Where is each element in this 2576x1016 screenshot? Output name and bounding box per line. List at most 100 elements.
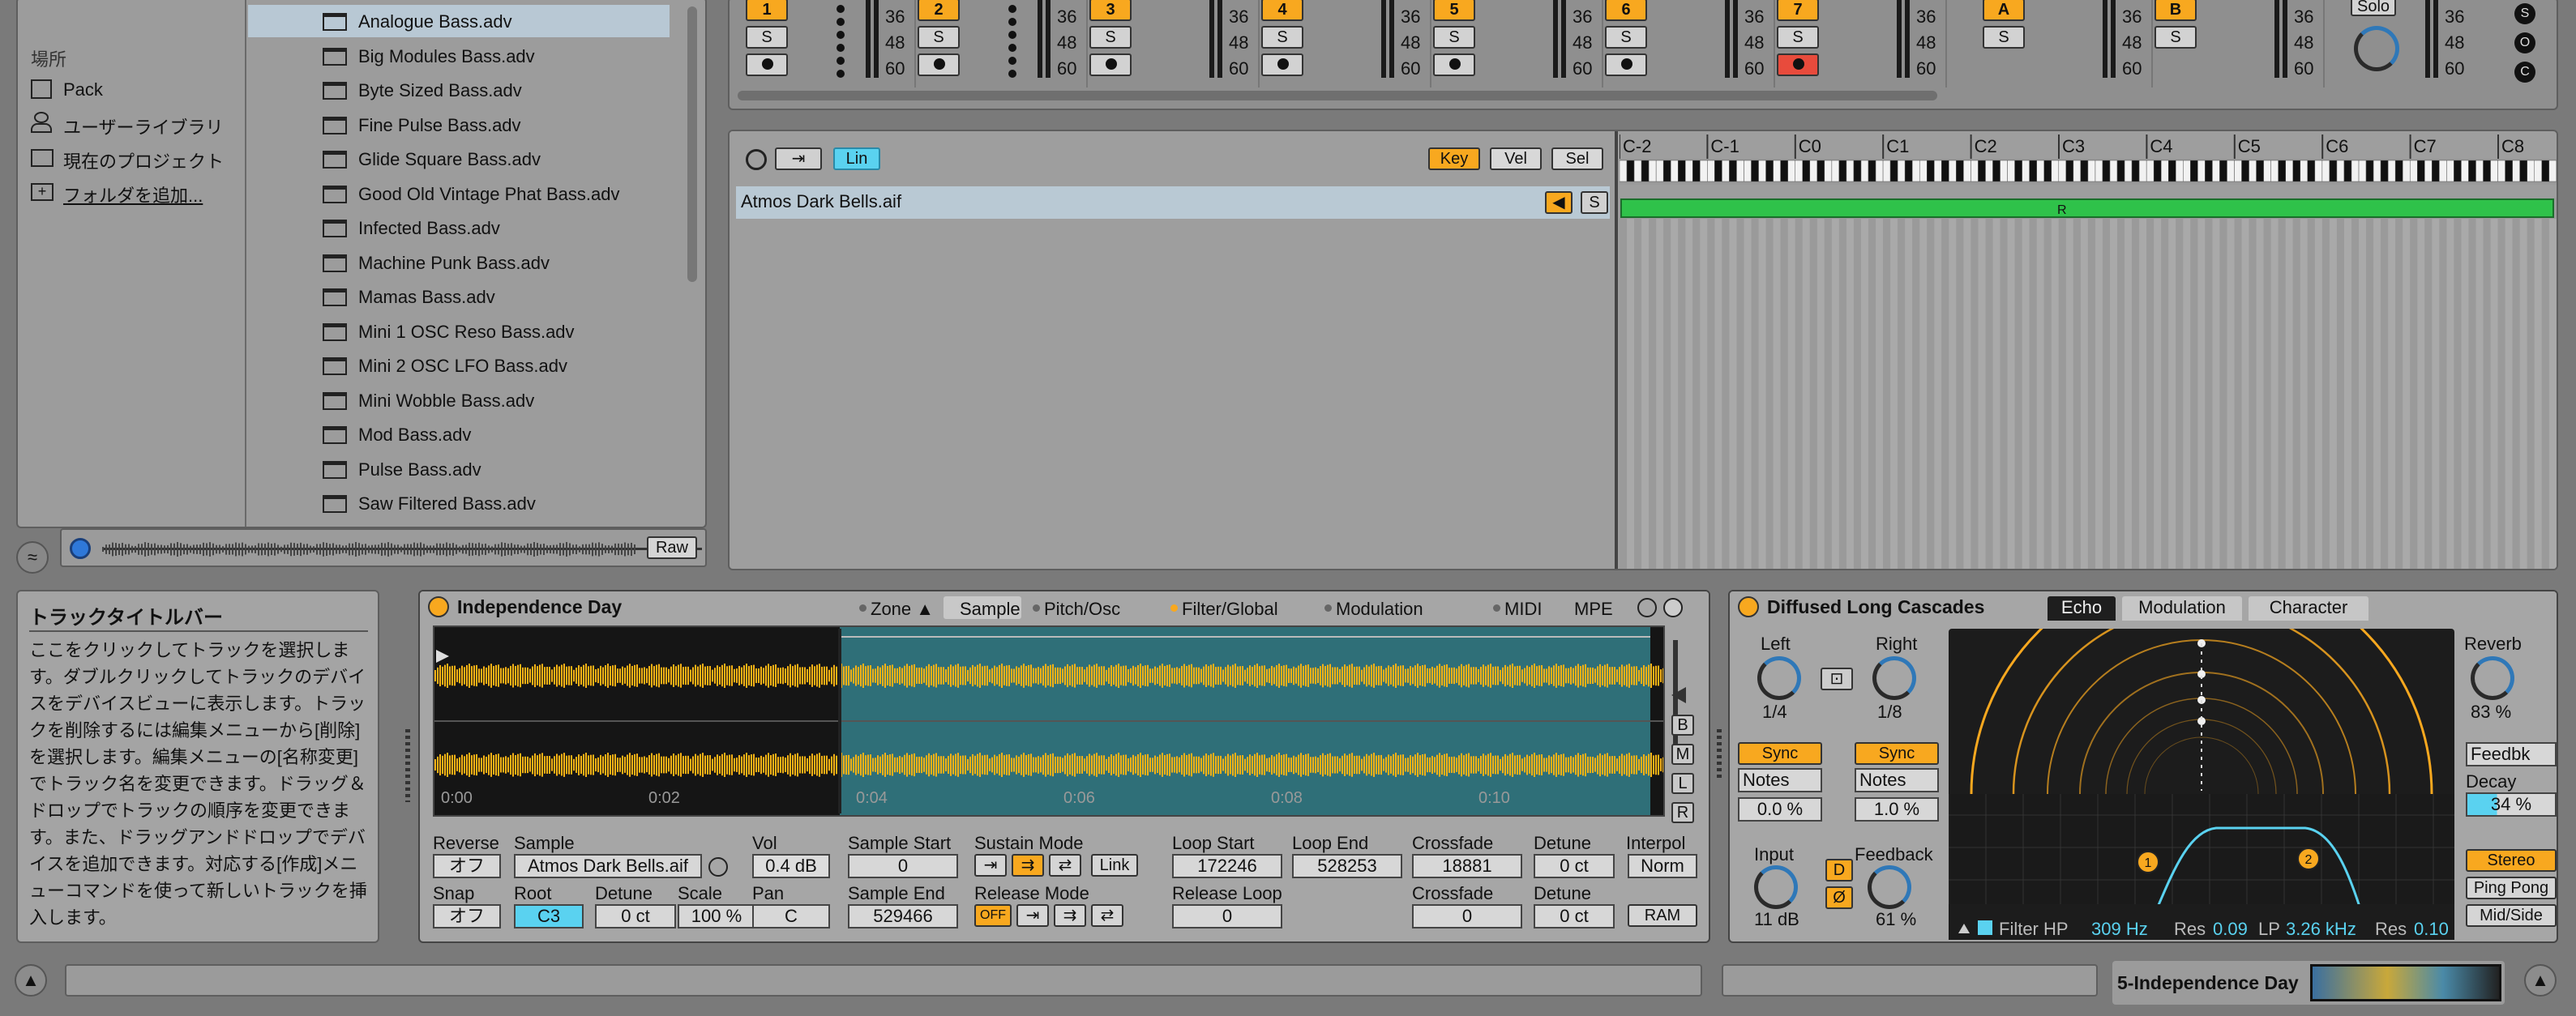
browser-scrollbar[interactable] (687, 6, 697, 282)
track-activator-button[interactable]: 7 (1777, 0, 1819, 21)
link-icon[interactable]: ⊡ (1821, 668, 1853, 690)
sampler-power-icon[interactable] (428, 596, 449, 617)
left-notes-select[interactable]: Notes (1738, 768, 1822, 792)
release-pingpong-button[interactable]: ⇄ (1091, 904, 1123, 927)
release-off-button[interactable]: OFF (974, 904, 1012, 927)
file-item[interactable]: Big Modules Bass.adv (248, 40, 670, 72)
feedbk-select[interactable]: Feedbk (2466, 742, 2557, 766)
channel-button[interactable]: L (1671, 773, 1694, 794)
zone-divider[interactable] (1615, 131, 1618, 569)
file-item[interactable]: Mini 1 OSC Reso Bass.adv (248, 315, 670, 348)
echo-power-icon[interactable] (1738, 596, 1759, 617)
ping-pong-button[interactable]: Ping Pong (2466, 877, 2557, 899)
file-item[interactable]: Good Old Vintage Phat Bass.adv (248, 177, 670, 210)
track-solo-button[interactable]: S (1777, 26, 1819, 49)
track-solo-button[interactable]: S (1605, 26, 1647, 49)
save-preset-icon[interactable] (1663, 598, 1683, 617)
track-activator-button[interactable]: B (2155, 0, 2197, 21)
key-button[interactable]: Key (1428, 147, 1480, 170)
param-field[interactable]: 18881 (1412, 854, 1522, 878)
sampler-grip[interactable] (405, 729, 410, 802)
mode-button[interactable]: ⇥ (775, 147, 822, 170)
track-monitor-button[interactable] (1433, 53, 1475, 76)
sampler-tab[interactable]: MIDI (1488, 596, 1550, 619)
place-pack[interactable]: Pack (31, 78, 242, 102)
track-activator-button[interactable]: A (1983, 0, 2025, 21)
file-item[interactable]: Analogue Bass.adv (248, 5, 670, 37)
loop-start-marker[interactable] (838, 629, 841, 813)
preview-toggle-icon[interactable]: ≈ (16, 541, 49, 574)
sample-row-solo[interactable]: S (1581, 191, 1608, 214)
echo-tab[interactable]: Character (2249, 596, 2368, 621)
echo-title-bar[interactable]: Diffused Long Cascades Echo Modulation Cha… (1730, 591, 2557, 622)
track-monitor-button[interactable] (918, 53, 960, 76)
echo-grip[interactable] (1717, 729, 1722, 778)
track-monitor-button[interactable] (746, 53, 788, 76)
track-activator-button[interactable]: 5 (1433, 0, 1475, 21)
cue-knob[interactable] (2354, 26, 2399, 71)
speaker-icon[interactable]: ◀ (1545, 191, 1573, 214)
file-item[interactable]: Saw Filtered Bass.adv (248, 487, 670, 519)
lin-button[interactable]: Lin (833, 147, 880, 170)
param-field[interactable]: 529466 (848, 904, 958, 928)
file-item[interactable]: Mini 2 OSC LFO Bass.adv (248, 349, 670, 382)
sampler-tab[interactable]: Modulation (1320, 596, 1474, 619)
master-side-button[interactable]: S (2514, 3, 2535, 24)
release-forward-button[interactable]: ⇥ (1016, 904, 1049, 927)
input-knob[interactable] (1754, 865, 1798, 909)
sample-start-marker[interactable] (436, 650, 449, 663)
channel-button[interactable]: M (1671, 744, 1694, 765)
auto-select-icon[interactable] (746, 149, 767, 170)
param-field[interactable]: 0 (1172, 904, 1282, 928)
param-field[interactable]: 172246 (1172, 854, 1282, 878)
link-button[interactable]: Link (1091, 854, 1138, 877)
sampler-tab[interactable]: MPE (1558, 596, 1613, 619)
channel-button[interactable]: R (1671, 802, 1694, 823)
channel-button[interactable]: B (1671, 715, 1694, 736)
track-solo-button[interactable]: S (918, 26, 960, 49)
sampler-tab[interactable]: Sample (944, 596, 1021, 619)
left-time-knob[interactable] (1757, 656, 1801, 700)
param-field[interactable]: 0.4 dB (752, 854, 830, 878)
mid-side-button[interactable]: Mid/Side (2466, 904, 2557, 927)
file-item[interactable]: Byte Sized Bass.adv (248, 74, 670, 106)
param-field[interactable]: 528253 (1292, 854, 1402, 878)
param-field[interactable]: 0 ct (1534, 904, 1615, 928)
track-solo-button[interactable]: S (746, 26, 788, 49)
track-monitor-button[interactable] (1777, 53, 1819, 76)
param-field[interactable]: 0 ct (1534, 854, 1615, 878)
place-add-folder[interactable]: + フォルダを追加... (31, 180, 242, 206)
track-monitor-button[interactable] (1089, 53, 1132, 76)
zoom-slider-handle[interactable] (1671, 687, 1686, 703)
param-field[interactable]: オフ (433, 904, 501, 928)
right-time-knob[interactable] (1872, 656, 1916, 700)
vel-button[interactable]: Vel (1490, 147, 1542, 170)
param-field[interactable]: 0 ct (595, 904, 676, 928)
sample-link-icon[interactable] (708, 857, 728, 877)
param-field[interactable]: 0 (1412, 904, 1522, 928)
echo-display[interactable]: 121001k10kFilter HP309 HzRes0.09LP3.26 k… (1949, 629, 2454, 940)
sustain-off-button[interactable]: ⇥ (974, 854, 1007, 877)
place-user-library[interactable]: ユーザーライブラリ (31, 112, 242, 138)
file-item[interactable]: Mini Wobble Bass.adv (248, 384, 670, 416)
right-sync-button[interactable]: Sync (1855, 742, 1939, 765)
track-monitor-button[interactable] (1605, 53, 1647, 76)
param-field[interactable]: 0 (848, 854, 958, 878)
track-solo-button[interactable]: S (1433, 26, 1475, 49)
track-solo-button[interactable]: S (2155, 26, 2197, 49)
sustain-forward-button[interactable]: ⇉ (1012, 854, 1044, 877)
track-activator-button[interactable]: 6 (1605, 0, 1647, 21)
dry-button[interactable]: D (1825, 859, 1853, 882)
echo-tab[interactable]: Modulation (2122, 596, 2242, 621)
sampler-tab[interactable]: Pitch/Osc (1028, 596, 1141, 619)
track-solo-button[interactable]: S (1089, 26, 1132, 49)
invert-button[interactable]: Ø (1825, 886, 1853, 909)
stereo-button[interactable]: Stereo (2466, 849, 2557, 872)
track-activator-button[interactable]: 4 (1261, 0, 1303, 21)
file-item[interactable]: Fine Pulse Bass.adv (248, 109, 670, 141)
track-solo-button[interactable]: S (1261, 26, 1303, 49)
raw-button[interactable]: Raw (647, 536, 697, 559)
track-solo-button[interactable]: S (1983, 26, 2025, 49)
sampler-tab[interactable]: Filter/Global (1166, 596, 1312, 619)
right-offset-field[interactable]: 1.0 % (1855, 797, 1939, 822)
